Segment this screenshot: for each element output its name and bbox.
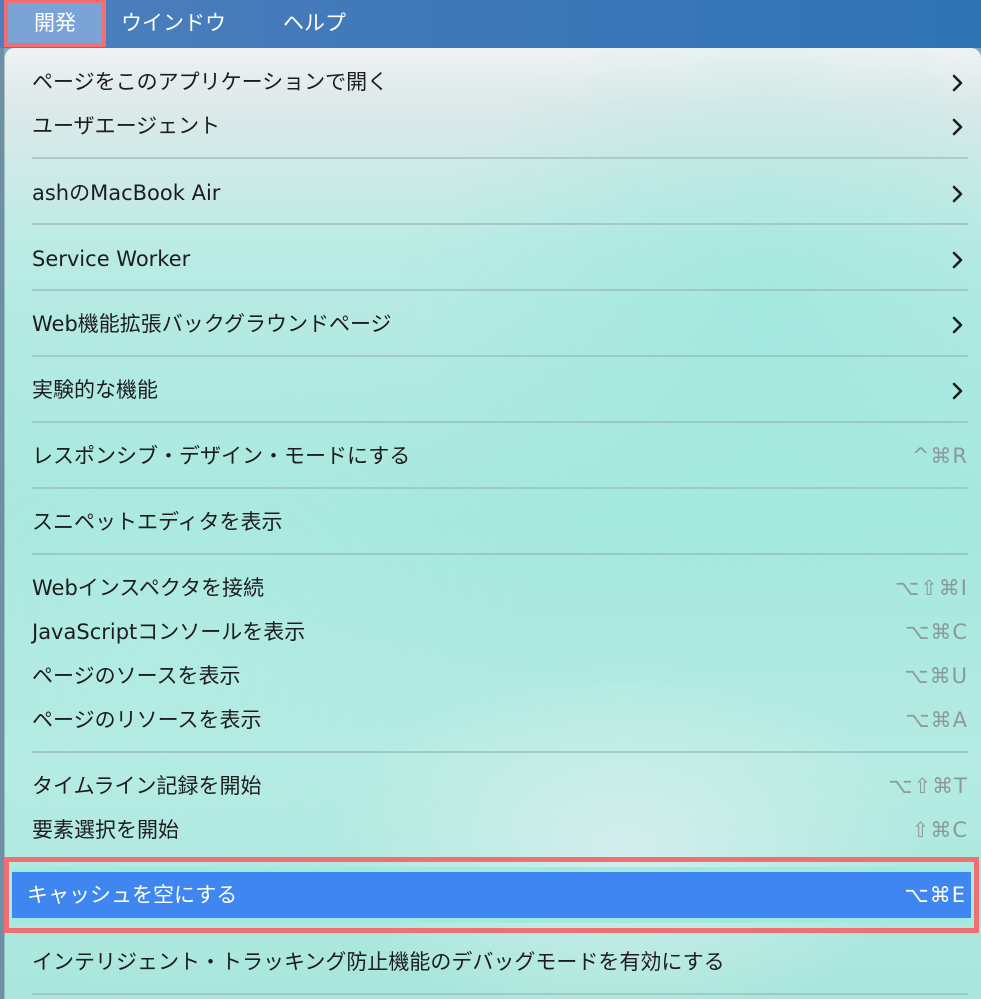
menu-item-start-element-selection[interactable]: 要素選択を開始 ⇧⌘C [5, 808, 981, 852]
menu-separator [32, 223, 968, 225]
menu-item-experimental-features[interactable]: 実験的な機能 [5, 368, 981, 412]
menu-item-label: Web機能拡張バックグラウンドページ [32, 312, 392, 336]
chevron-right-icon [952, 60, 966, 104]
chevron-right-icon [952, 104, 966, 148]
menu-item-label: Webインスペクタを接続 [32, 576, 265, 600]
menu-item-device[interactable]: ashのMacBook Air [5, 171, 981, 215]
menu-item-shortcut: ^⌘R [911, 444, 968, 468]
menu-item-snippet-editor[interactable]: スニペットエディタを表示 [5, 500, 981, 544]
menu-item-label: 要素選択を開始 [32, 818, 179, 842]
menu-item-label: Service Worker [32, 247, 191, 271]
menu-bar: 開発 ウインドウ ヘルプ [0, 0, 981, 48]
menu-separator [32, 487, 968, 489]
menu-item-label: JavaScriptコンソールを表示 [32, 620, 306, 644]
menu-help[interactable]: ヘルプ [283, 0, 346, 48]
menu-item-label: インテリジェント・トラッキング防止機能のデバッグモードを有効にする [32, 950, 725, 974]
menu-item-service-worker[interactable]: Service Worker [5, 237, 981, 281]
menu-item-empty-caches[interactable]: キャッシュを空にする ⌥⌘E [12, 872, 971, 918]
menu-item-label: ページのソースを表示 [32, 664, 241, 688]
menu-item-shortcut: ⌥⇧⌘I [895, 576, 968, 600]
chevron-right-icon [952, 302, 966, 346]
menu-item-shortcut: ⌥⌘A [905, 708, 968, 732]
menu-item-page-resources[interactable]: ページのリソースを表示 ⌥⌘A [5, 698, 981, 742]
menu-item-extension-background-pages[interactable]: Web機能拡張バックグラウンドページ [5, 302, 981, 346]
menu-item-shortcut: ⌥⌘U [904, 664, 968, 688]
menu-separator [32, 355, 968, 357]
menu-item-label: ashのMacBook Air [32, 181, 221, 205]
menu-separator [32, 157, 968, 159]
chevron-right-icon [952, 237, 966, 281]
menu-item-connect-web-inspector[interactable]: Webインスペクタを接続 ⌥⇧⌘I [5, 566, 981, 610]
menu-separator [32, 993, 968, 995]
menu-item-shortcut: ⇧⌘C [911, 818, 968, 842]
menu-item-label: キャッシュを空にする [27, 883, 238, 907]
menu-item-label: ページのリソースを表示 [32, 708, 262, 732]
chevron-right-icon [952, 368, 966, 412]
menu-item-start-timeline-recording[interactable]: タイムライン記録を開始 ⌥⇧⌘T [5, 764, 981, 808]
menu-item-label: 実験的な機能 [32, 378, 158, 402]
menu-item-shortcut: ⌥⌘E [904, 883, 966, 907]
menu-item-javascript-console[interactable]: JavaScriptコンソールを表示 ⌥⌘C [5, 610, 981, 654]
chevron-right-icon [952, 171, 966, 215]
menu-item-page-source[interactable]: ページのソースを表示 ⌥⌘U [5, 654, 981, 698]
menu-develop[interactable]: 開発 [4, 0, 106, 47]
menu-separator [32, 421, 968, 423]
menu-separator [32, 751, 968, 753]
menu-item-label: タイムライン記録を開始 [32, 774, 262, 798]
menu-item-label: スニペットエディタを表示 [32, 510, 283, 534]
menu-item-itp-debug-mode[interactable]: インテリジェント・トラッキング防止機能のデバッグモードを有効にする [5, 940, 981, 984]
menu-item-label: ページをこのアプリケーションで開く [32, 70, 389, 94]
menu-item-responsive-design-mode[interactable]: レスポンシブ・デザイン・モードにする ^⌘R [5, 434, 981, 478]
menu-item-label: ユーザエージェント [32, 114, 221, 138]
menu-window[interactable]: ウインドウ [121, 0, 226, 48]
menu-separator [32, 553, 968, 555]
menu-item-shortcut: ⌥⇧⌘T [888, 774, 968, 798]
menu-item-open-page-with[interactable]: ページをこのアプリケーションで開く [5, 60, 981, 104]
menu-item-shortcut: ⌥⌘C [905, 620, 968, 644]
menu-item-user-agent[interactable]: ユーザエージェント [5, 104, 981, 148]
menu-separator [32, 289, 968, 291]
menu-item-label: レスポンシブ・デザイン・モードにする [32, 444, 411, 468]
selection-edge [12, 918, 971, 923]
